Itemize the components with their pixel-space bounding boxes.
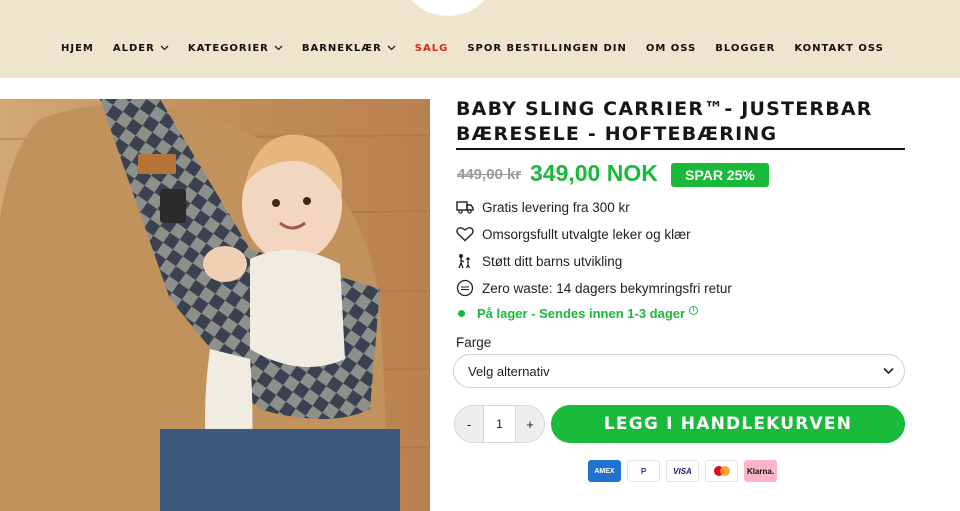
nav-item-barneklær[interactable]: BARNEKLÆR — [302, 43, 396, 54]
discount-badge: SPAR 25% — [671, 163, 769, 187]
nav-item-kategorier[interactable]: KATEGORIER — [188, 43, 283, 54]
feature-shipping-text: Gratis levering fra 300 kr — [482, 199, 630, 215]
family-icon — [456, 252, 474, 270]
nav-item-kontakt-oss[interactable]: KONTAKT OSS — [794, 43, 883, 54]
product-photo — [0, 99, 430, 511]
nav-item-label: BLOGGER — [715, 42, 776, 54]
product-image[interactable] — [0, 99, 430, 511]
qty-decrease-button[interactable]: - — [455, 417, 483, 432]
mastercard-icon — [705, 460, 738, 482]
nav-item-spor-bestillingen-din[interactable]: SPOR BESTILLINGEN DIN — [467, 43, 627, 54]
color-select-value: Velg alternativ — [468, 363, 550, 379]
feature-curated-text: Omsorgsfullt utvalgte leker og klær — [482, 226, 691, 242]
nav-item-hjem[interactable]: HJEM — [61, 43, 94, 54]
chevron-down-icon — [387, 45, 396, 51]
stock-dot-icon — [458, 310, 465, 317]
info-icon[interactable]: i — [689, 306, 699, 315]
nav-item-blogger[interactable]: BLOGGER — [715, 43, 775, 54]
main-nav: HJEM ALDER KATEGORIER BARNEKLÆR SALG SPOR BES… — [61, 41, 903, 55]
feature-shipping: Gratis levering fra 300 kr — [456, 197, 630, 217]
nav-item-alder[interactable]: ALDER — [113, 43, 169, 54]
color-label: Farge — [456, 335, 492, 350]
product-title: BABY SLING CARRIER™- JUSTERBAR BÆRESELE … — [456, 97, 906, 147]
quantity-stepper[interactable]: - 1 + — [454, 405, 545, 443]
paypal-icon: P — [627, 460, 660, 482]
feature-returns-text: Zero waste: 14 dagers bekymringsfri retu… — [482, 280, 732, 296]
nav-item-label: SPOR BESTILLINGEN DIN — [467, 42, 627, 54]
zero-waste-icon — [456, 279, 474, 297]
heart-icon — [456, 225, 474, 243]
klarna-icon: Klarna. — [744, 460, 777, 482]
nav-item-label: KATEGORIER — [187, 42, 269, 54]
feature-returns: Zero waste: 14 dagers bekymringsfri retu… — [456, 278, 732, 298]
site-header: HJEM ALDER KATEGORIER BARNEKLÆR SALG SPOR BES… — [0, 0, 960, 78]
chevron-down-icon — [274, 45, 283, 51]
product-title-line2: BÆRESELE - HOFTEBÆRING — [456, 123, 778, 145]
feature-development-text: Støtt ditt barns utvikling — [482, 253, 623, 269]
nav-item-label: HJEM — [61, 42, 94, 54]
chevron-down-icon — [883, 367, 894, 375]
add-to-cart-button[interactable]: LEGG I HANDLEKURVEN — [551, 405, 905, 443]
nav-item-label: BARNEKLÆR — [301, 42, 382, 54]
feature-development: Støtt ditt barns utvikling — [456, 251, 622, 271]
nav-item-label: ALDER — [112, 42, 155, 54]
nav-item-label: OM OSS — [645, 42, 697, 54]
stock-text: På lager - Sendes innen 1-3 dager — [477, 306, 686, 321]
old-price: 449,00 kr — [457, 166, 522, 183]
amex-icon: AMEX — [588, 460, 621, 482]
current-price: 349,00 NOK — [530, 160, 658, 186]
qty-increase-button[interactable]: + — [516, 417, 544, 432]
color-select[interactable]: Velg alternativ — [453, 354, 905, 388]
product-title-line1: BABY SLING CARRIER™- JUSTERBAR — [456, 98, 873, 120]
chevron-down-icon — [160, 45, 169, 51]
logo[interactable] — [398, 0, 498, 16]
nav-item-label: KONTAKT OSS — [794, 42, 884, 54]
visa-icon: VISA — [666, 460, 699, 482]
nav-item-salg[interactable]: SALG — [415, 43, 449, 54]
truck-icon — [456, 198, 474, 216]
stock-status: På lager - Sendes innen 1-3 dager i — [458, 306, 699, 321]
feature-curated: Omsorgsfullt utvalgte leker og klær — [456, 224, 691, 244]
qty-input[interactable]: 1 — [483, 406, 516, 442]
nav-item-om-oss[interactable]: OM OSS — [646, 43, 696, 54]
payment-methods: AMEX P VISA Klarna. — [588, 460, 783, 482]
nav-item-label: SALG — [414, 42, 449, 54]
title-divider — [456, 148, 905, 150]
